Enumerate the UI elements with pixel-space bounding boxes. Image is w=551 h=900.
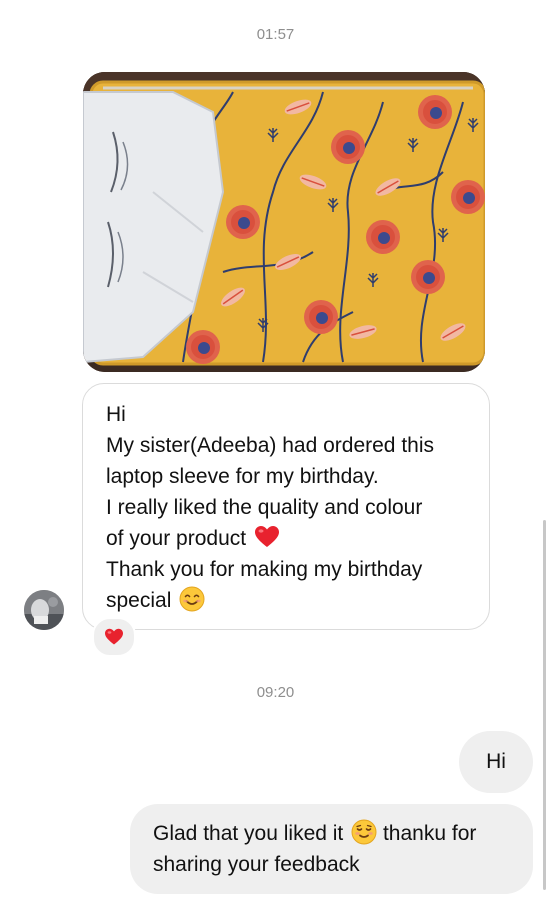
message-line: I really liked the quality and colour (106, 496, 423, 519)
outgoing-message-bubble[interactable]: Hi (459, 731, 533, 793)
message-line-with-emoji: special (106, 585, 469, 616)
message-line: laptop sleeve for my birthday. (106, 465, 379, 488)
smiling-face-icon (179, 586, 205, 612)
reaction-badge[interactable] (92, 617, 136, 657)
shared-photo-laptop-sleeve[interactable] (83, 72, 485, 372)
avatar-photo (24, 590, 64, 630)
message-text: Glad that you liked it (153, 822, 344, 845)
message-line: My sister(Adeeba) had ordered this (106, 434, 434, 457)
scrollbar[interactable] (543, 520, 546, 890)
message-line: Thank you for making my birthday (106, 558, 423, 581)
laptop-sleeve-image (83, 72, 485, 372)
message-line: sharing your feedback (153, 853, 360, 876)
message-text: thanku for (382, 822, 477, 845)
sender-avatar[interactable] (24, 590, 64, 630)
message-text: of your product (106, 527, 247, 550)
message-text: Hi (486, 750, 506, 773)
message-line: Hi (106, 403, 126, 426)
message-text: special (106, 589, 172, 612)
outgoing-message-bubble[interactable]: Glad that you liked it thanku for sharin… (130, 804, 533, 894)
incoming-message-bubble[interactable]: Hi My sister(Adeeba) had ordered this la… (82, 383, 490, 630)
message-line-with-emoji: Glad that you liked it thanku for (153, 818, 515, 849)
relieved-smile-icon (351, 819, 377, 845)
timestamp: 01:57 (256, 26, 295, 43)
red-heart-icon (105, 628, 123, 645)
message-line-with-emoji: of your product (106, 523, 469, 554)
red-heart-icon (254, 526, 279, 548)
timestamp: 09:20 (256, 684, 295, 701)
